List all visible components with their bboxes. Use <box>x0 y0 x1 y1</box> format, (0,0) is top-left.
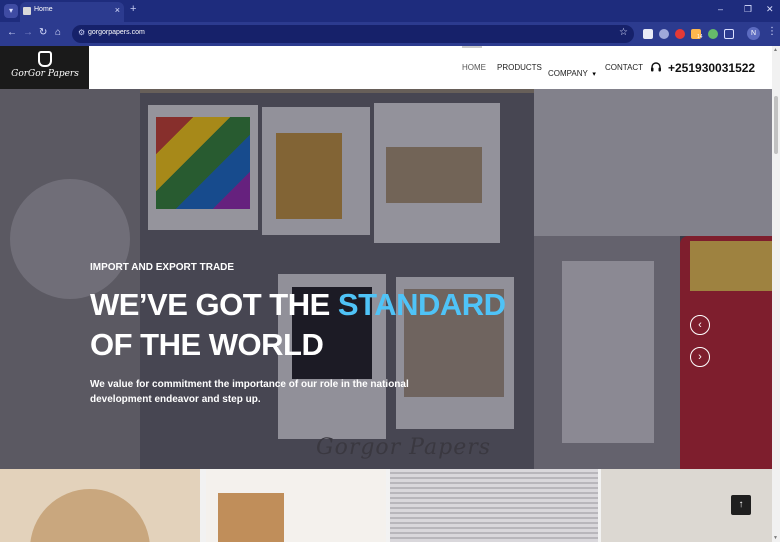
product-gallery <box>0 469 772 542</box>
page-scrollbar[interactable]: ▲ ▼ <box>772 46 780 542</box>
extension-icon[interactable] <box>708 29 718 39</box>
nav-products[interactable]: PRODUCTS <box>497 63 542 72</box>
headline-line2: OF THE WORLD <box>90 327 324 362</box>
tab-title: Home <box>34 6 53 13</box>
scrollbar-thumb[interactable] <box>774 96 778 154</box>
browser-titlebar: ▾ Home × + – ❐ ✕ <box>0 0 780 22</box>
bookmark-star-icon[interactable]: ☆ <box>619 27 628 38</box>
extensions-puzzle-icon[interactable] <box>724 29 734 39</box>
site-logo[interactable]: GorGor Papers <box>0 46 89 89</box>
profile-avatar[interactable]: N <box>747 27 760 40</box>
logo-mark-icon <box>38 51 52 67</box>
headline-accent: STANDARD <box>337 287 506 322</box>
scroll-down-icon[interactable]: ▼ <box>773 535 778 541</box>
hero-subtext: We value for commitment the importance o… <box>90 379 409 405</box>
phone-number[interactable]: +251930031522 <box>668 61 755 75</box>
chevron-down-icon: ▾ <box>592 71 596 78</box>
minimize-button[interactable]: – <box>718 4 723 14</box>
active-nav-indicator <box>462 46 482 48</box>
page-viewport: GorGor Papers HOME PRODUCTS COMPANY ▾ CO… <box>0 46 772 542</box>
slider-next-button[interactable]: › <box>690 347 710 367</box>
gallery-photo-paper-stacks <box>390 469 598 542</box>
url-text[interactable]: gorgorpapers.com <box>88 29 145 36</box>
restore-button[interactable]: ❐ <box>744 4 752 15</box>
browser-toolbar: ← → ↻ ⌂ ⚙ gorgorpapers.com ☆ 14 N ⋮ <box>0 22 780 46</box>
site-header: GorGor Papers HOME PRODUCTS COMPANY ▾ CO… <box>0 46 772 89</box>
nav-contact[interactable]: CONTACT <box>605 63 643 72</box>
favicon-icon <box>23 7 31 15</box>
home-icon[interactable]: ⌂ <box>55 27 61 38</box>
hero-overlay <box>0 89 772 469</box>
tab-search-icon[interactable]: ▾ <box>4 4 18 18</box>
gallery-photo-bag <box>218 493 284 542</box>
browser-menu-icon[interactable]: ⋮ <box>767 26 777 37</box>
nav-company[interactable]: COMPANY ▾ <box>548 63 596 81</box>
tab-close-icon[interactable]: × <box>115 5 120 15</box>
nav-home[interactable]: HOME <box>462 63 486 72</box>
hero-headline: WE’VE GOT THE STANDARD OF THE WORLD <box>90 285 506 365</box>
headset-icon <box>651 62 661 72</box>
reload-icon[interactable]: ↻ <box>39 27 47 38</box>
address-bar[interactable]: ⚙ gorgorpapers.com ☆ <box>72 25 634 43</box>
forward-arrow-icon[interactable]: → <box>23 27 33 38</box>
extension-icon[interactable] <box>659 29 669 39</box>
extension-icon[interactable] <box>643 29 653 39</box>
extension-badge: 14 <box>697 34 703 40</box>
headline-part1: WE’VE GOT THE <box>90 287 338 322</box>
hero-slider: IMPORT AND EXPORT TRADE WE’VE GOT THE ST… <box>0 89 772 469</box>
logo-text: GorGor Papers <box>11 69 79 79</box>
new-tab-button[interactable]: + <box>130 3 136 15</box>
brand-script-watermark: Gorgor Papers <box>316 435 492 460</box>
slider-prev-button[interactable]: ‹ <box>690 315 710 335</box>
site-info-icon[interactable]: ⚙ <box>78 28 85 37</box>
hero-eyebrow: IMPORT AND EXPORT TRADE <box>90 262 235 273</box>
back-arrow-icon[interactable]: ← <box>7 27 17 38</box>
scroll-up-icon[interactable]: ▲ <box>773 47 778 53</box>
back-to-top-button[interactable]: ↑ <box>731 495 751 515</box>
browser-tab-home[interactable]: Home × <box>20 2 124 22</box>
close-window-button[interactable]: ✕ <box>766 4 774 15</box>
nav-company-label: COMPANY <box>548 69 588 78</box>
extension-icon[interactable] <box>675 29 685 39</box>
